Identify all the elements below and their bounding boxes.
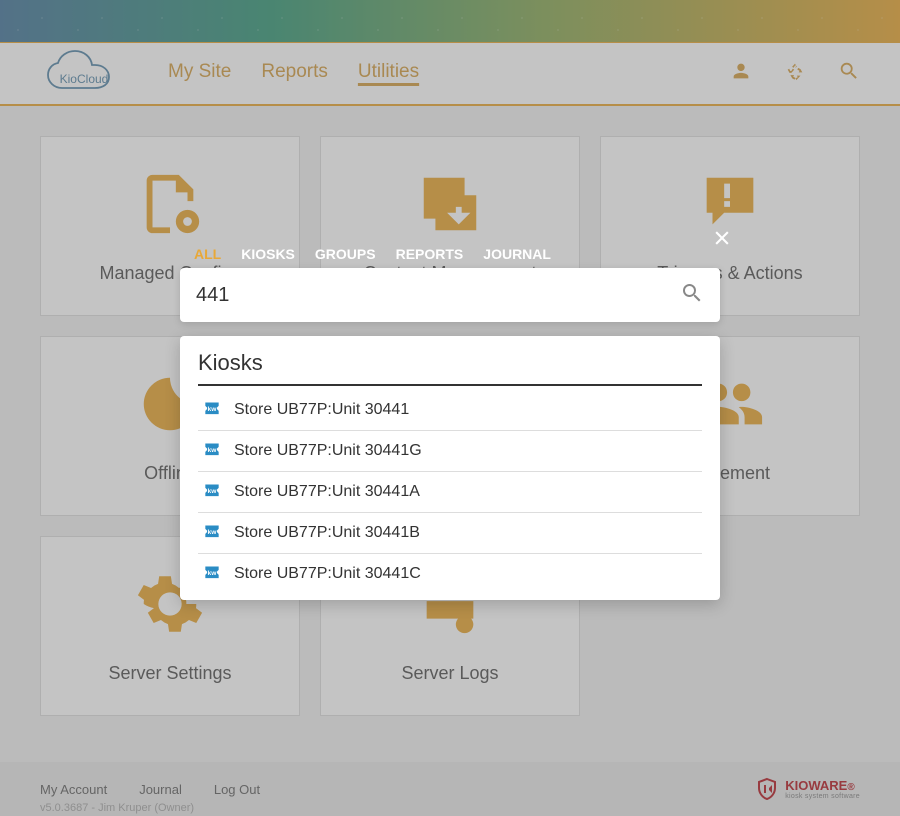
search-modal: ALL KIOSKS GROUPS REPORTS JOURNAL Kiosks… [180, 246, 720, 600]
svg-text:kw: kw [208, 570, 218, 577]
svg-text:kw: kw [208, 488, 218, 495]
result-item[interactable]: kw Store UB77P:Unit 30441A [198, 472, 702, 513]
result-label: Store UB77P:Unit 30441A [234, 483, 420, 501]
search-input[interactable] [196, 284, 680, 307]
kiosk-icon: kw [202, 523, 222, 543]
tab-kiosks[interactable]: KIOSKS [241, 246, 295, 262]
tab-groups[interactable]: GROUPS [315, 246, 376, 262]
kiosk-icon: kw [202, 482, 222, 502]
svg-text:kw: kw [208, 406, 218, 413]
search-box [180, 268, 720, 322]
result-label: Store UB77P:Unit 30441C [234, 565, 421, 583]
result-label: Store UB77P:Unit 30441B [234, 524, 420, 542]
close-icon[interactable] [712, 228, 732, 253]
svg-text:kw: kw [208, 447, 218, 454]
result-item[interactable]: kw Store UB77P:Unit 30441B [198, 513, 702, 554]
kiosk-icon: kw [202, 564, 222, 584]
result-item[interactable]: kw Store UB77P:Unit 30441C [198, 554, 702, 594]
tab-journal[interactable]: JOURNAL [483, 246, 551, 262]
results-title: Kiosks [198, 350, 702, 386]
kiosk-icon: kw [202, 400, 222, 420]
result-label: Store UB77P:Unit 30441G [234, 442, 422, 460]
kiosk-icon: kw [202, 441, 222, 461]
result-item[interactable]: kw Store UB77P:Unit 30441 [198, 390, 702, 431]
result-item[interactable]: kw Store UB77P:Unit 30441G [198, 431, 702, 472]
search-submit-icon[interactable] [680, 281, 704, 310]
svg-text:kw: kw [208, 529, 218, 536]
search-tabs: ALL KIOSKS GROUPS REPORTS JOURNAL [180, 246, 720, 268]
result-label: Store UB77P:Unit 30441 [234, 401, 409, 419]
tab-all[interactable]: ALL [194, 246, 221, 262]
search-results: Kiosks kw Store UB77P:Unit 30441 kw Stor… [180, 336, 720, 600]
tab-reports[interactable]: REPORTS [396, 246, 464, 262]
